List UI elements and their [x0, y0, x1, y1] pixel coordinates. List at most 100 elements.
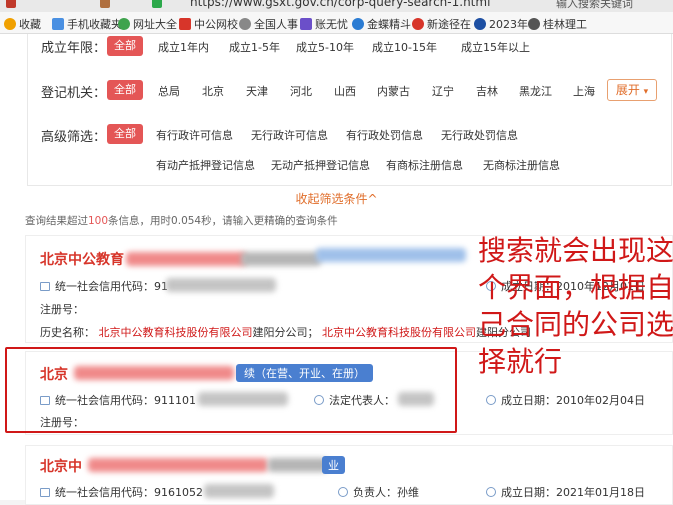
filter-option[interactable]: 上海	[573, 83, 595, 99]
filter-option[interactable]: 辽宁	[432, 83, 454, 99]
result-count: 100	[88, 215, 109, 227]
chevron-down-icon: ▾	[643, 87, 649, 97]
history-label: 历史名称：	[40, 326, 95, 339]
founding-date-row: 成立日期：2010年02月04日	[486, 392, 645, 408]
redacted-status	[316, 248, 466, 262]
globe-icon	[528, 18, 540, 30]
filter-label-advanced: 高级筛选：	[41, 130, 107, 145]
bookmark-item[interactable]: 桂林理工	[528, 16, 587, 32]
user-icon	[338, 487, 348, 497]
filter-option[interactable]: 无行政许可信息	[251, 127, 328, 143]
history-name-branch: 建阳分公司；	[252, 326, 319, 339]
bookmark-item[interactable]: 收藏	[4, 16, 41, 32]
filter-option[interactable]: 山西	[334, 83, 356, 99]
globe-icon	[118, 18, 130, 30]
bookmark-item[interactable]: 手机收藏夹	[52, 16, 122, 32]
globe-icon	[239, 18, 251, 30]
filter-option[interactable]: 有行政处罚信息	[346, 127, 423, 143]
document-icon	[40, 488, 50, 497]
filter-option[interactable]: 有行政许可信息	[156, 127, 233, 143]
company-name[interactable]: 北京中公教育	[40, 249, 124, 269]
filter-option[interactable]: 黑龙江	[519, 83, 552, 99]
filter-label-years: 成立年限：	[41, 41, 107, 56]
date-label: 成立日期：	[501, 486, 556, 499]
credit-code-row: 统一社会信用代码：91	[40, 278, 168, 294]
company-name[interactable]: 北京中	[40, 456, 82, 476]
result-summary-suffix: 条信息，用时0.054秒，请输入更精确的查询条件	[108, 215, 338, 227]
document-icon	[40, 282, 50, 291]
filter-option[interactable]: 有商标注册信息	[386, 157, 463, 173]
bookmark-label: 账无忧	[315, 18, 348, 31]
brand-icon	[412, 18, 424, 30]
date-value: 2021年01月18日	[556, 486, 645, 499]
bookmark-label: 全国人事	[254, 18, 298, 31]
credit-code-value: 9161052	[154, 486, 203, 499]
redacted-name	[241, 252, 321, 266]
search-hint[interactable]: 输入搜索关键词	[556, 0, 633, 11]
filter-option[interactable]: 成立1年内	[158, 39, 209, 55]
bookmark-label: 2023年	[489, 18, 528, 31]
result-card[interactable]: 北京中 业 统一社会信用代码：9161052 负责人：孙维 成立日期：2021年…	[25, 445, 673, 505]
filter-all-years[interactable]: 全部	[107, 36, 143, 56]
bookmark-item[interactable]: 2023年	[474, 16, 528, 32]
credit-code-row: 统一社会信用代码：9161052	[40, 484, 203, 500]
filter-option[interactable]: 无动产抵押登记信息	[271, 157, 370, 173]
result-summary: 查询结果超过100条信息，用时0.054秒，请输入更精确的查询条件	[25, 213, 338, 228]
filter-option[interactable]: 成立5-10年	[296, 39, 354, 55]
filter-option[interactable]: 内蒙古	[377, 83, 410, 99]
history-name: 北京中公教育科技股份	[98, 326, 209, 339]
expand-label: 展开	[615, 83, 640, 97]
filter-option[interactable]: 无商标注册信息	[483, 157, 560, 173]
clock-icon	[486, 395, 496, 405]
filter-all-registry[interactable]: 全部	[107, 80, 143, 100]
back-icon[interactable]	[6, 0, 16, 8]
browser-address-bar[interactable]: https://www.gsxt.gov.cn/corp-query-searc…	[0, 0, 673, 12]
bookmark-label: 中公网校	[194, 18, 238, 31]
filter-label-registry: 登记机关：	[41, 86, 107, 101]
filter-option[interactable]: 北京	[202, 83, 224, 99]
history-name-suffix: 有限公司	[432, 326, 476, 339]
history-name-suffix: 有限公司	[208, 326, 253, 339]
brand-icon	[179, 18, 191, 30]
filter-option[interactable]: 有动产抵押登记信息	[156, 157, 255, 173]
phone-icon	[52, 18, 64, 30]
bookmark-item[interactable]: 全国人事	[239, 16, 298, 32]
bookmark-label: 桂林理工	[543, 18, 587, 31]
collapse-filters-link[interactable]: 收起筛选条件^	[0, 190, 673, 207]
filter-option[interactable]: 天津	[246, 83, 268, 99]
date-value: 2010年02月04日	[556, 394, 645, 407]
bookmark-item[interactable]: 网址大全	[118, 16, 177, 32]
bookmark-item[interactable]: 新途径在	[412, 16, 471, 32]
bookmark-item[interactable]: 金蝶精斗	[352, 16, 411, 32]
filter-option[interactable]: 成立10-15年	[372, 39, 437, 55]
redacted-code	[204, 484, 274, 498]
filter-option[interactable]: 成立15年以上	[461, 39, 530, 55]
bookmark-label: 网址大全	[133, 18, 177, 31]
bookmark-label: 收藏	[19, 18, 41, 31]
status-badge: 业	[322, 456, 345, 474]
redacted-code	[166, 278, 276, 292]
filter-option[interactable]: 成立1-5年	[229, 39, 280, 55]
bookmark-label: 金蝶精斗	[367, 18, 411, 31]
secure-lock-icon	[152, 0, 162, 8]
star-icon	[4, 18, 16, 30]
expand-button[interactable]: 展开 ▾	[607, 79, 657, 101]
bookmark-item[interactable]: 中公网校	[179, 16, 238, 32]
history-name: 北京中公教育科技股份	[322, 326, 432, 339]
redacted-name	[88, 458, 268, 472]
clock-icon	[486, 487, 496, 497]
credit-code-label: 统一社会信用代码：	[55, 280, 154, 293]
brand-icon	[474, 18, 486, 30]
filter-all-advanced[interactable]: 全部	[107, 124, 143, 144]
url-text[interactable]: https://www.gsxt.gov.cn/corp-query-searc…	[190, 0, 490, 9]
filter-option[interactable]: 吉林	[476, 83, 498, 99]
brand-icon	[352, 18, 364, 30]
extension-icon[interactable]	[100, 0, 110, 8]
filter-option[interactable]: 总局	[158, 83, 180, 99]
bookmark-item[interactable]: 账无忧	[300, 16, 348, 32]
filter-option[interactable]: 河北	[290, 83, 312, 99]
filter-option[interactable]: 无行政处罚信息	[441, 127, 518, 143]
history-names-row: 历史名称： 北京中公教育科技股份有限公司建阳分公司； 北京中公教育科技股份有限公…	[40, 324, 531, 340]
registration-row: 注册号：	[40, 303, 84, 316]
representative-row: 负责人：孙维	[338, 484, 419, 500]
